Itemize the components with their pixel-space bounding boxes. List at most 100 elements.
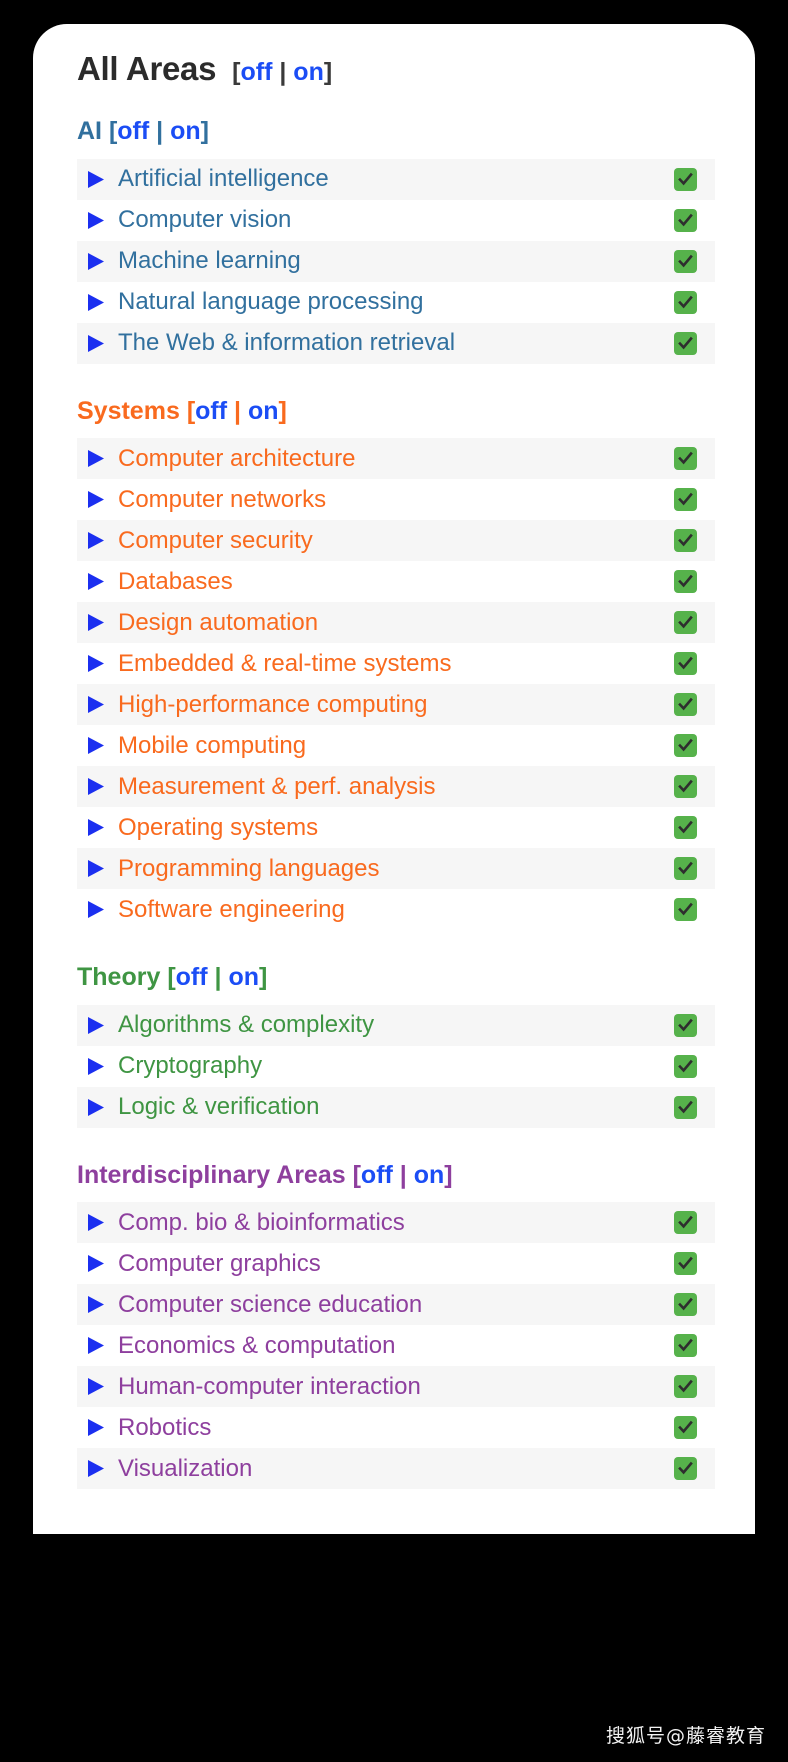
area-row[interactable]: Mobile computing: [77, 725, 715, 766]
area-checkbox[interactable]: [674, 529, 697, 552]
area-row[interactable]: Algorithms & complexity: [77, 1004, 715, 1046]
triangle-right-icon[interactable]: [85, 571, 107, 592]
triangle-right-icon[interactable]: [85, 530, 107, 551]
area-checkbox[interactable]: [674, 652, 697, 675]
area-row[interactable]: Visualization: [77, 1448, 715, 1489]
triangle-right-icon[interactable]: [85, 612, 107, 633]
on-link-ai[interactable]: on: [170, 117, 201, 145]
triangle-right-icon[interactable]: [85, 694, 107, 715]
area-row[interactable]: Design automation: [77, 602, 715, 643]
on-link-interdisciplinary[interactable]: on: [414, 1161, 445, 1189]
area-label[interactable]: Computer graphics: [118, 1252, 664, 1276]
area-row[interactable]: Computer networks: [77, 479, 715, 520]
area-label[interactable]: Computer architecture: [118, 447, 664, 471]
area-label[interactable]: Computer vision: [118, 208, 664, 232]
triangle-right-icon[interactable]: [85, 653, 107, 674]
area-checkbox[interactable]: [674, 290, 697, 314]
area-checkbox[interactable]: [674, 1211, 697, 1234]
triangle-right-icon[interactable]: [85, 489, 107, 510]
triangle-right-icon[interactable]: [85, 1097, 107, 1118]
off-link-interdisciplinary[interactable]: off: [361, 1161, 393, 1189]
area-row[interactable]: Computer security: [77, 520, 715, 561]
on-link-systems[interactable]: on: [248, 397, 279, 425]
triangle-right-icon[interactable]: [85, 1294, 107, 1315]
area-checkbox[interactable]: [674, 1095, 697, 1119]
area-row[interactable]: Natural language processing: [77, 282, 715, 323]
all-areas-on-link[interactable]: on: [293, 58, 324, 86]
area-checkbox[interactable]: [674, 1375, 697, 1398]
area-row[interactable]: Economics & computation: [77, 1325, 715, 1366]
area-checkbox[interactable]: [674, 208, 697, 232]
area-checkbox[interactable]: [674, 898, 697, 921]
area-label[interactable]: Comp. bio & bioinformatics: [118, 1211, 664, 1235]
area-row[interactable]: Comp. bio & bioinformatics: [77, 1202, 715, 1243]
area-checkbox[interactable]: [674, 1252, 697, 1275]
area-label[interactable]: High-performance computing: [118, 693, 664, 717]
area-row[interactable]: Logic & verification: [77, 1086, 715, 1128]
area-label[interactable]: Robotics: [118, 1416, 664, 1440]
area-row[interactable]: Computer science education: [77, 1284, 715, 1325]
area-row[interactable]: Computer vision: [77, 200, 715, 241]
off-link-systems[interactable]: off: [195, 397, 227, 425]
triangle-right-icon[interactable]: [85, 858, 107, 879]
area-row[interactable]: The Web & information retrieval: [77, 322, 715, 364]
area-row[interactable]: Measurement & perf. analysis: [77, 766, 715, 807]
off-link-theory[interactable]: off: [176, 963, 208, 991]
area-label[interactable]: Natural language processing: [118, 290, 664, 314]
triangle-right-icon[interactable]: [85, 776, 107, 797]
triangle-right-icon[interactable]: [85, 1458, 107, 1479]
triangle-right-icon[interactable]: [85, 735, 107, 756]
on-link-theory[interactable]: on: [228, 963, 259, 991]
area-checkbox[interactable]: [674, 1334, 697, 1357]
area-checkbox[interactable]: [674, 447, 697, 470]
area-row[interactable]: High-performance computing: [77, 684, 715, 725]
triangle-right-icon[interactable]: [85, 333, 107, 354]
area-row[interactable]: Software engineering: [77, 889, 715, 930]
triangle-right-icon[interactable]: [85, 292, 107, 313]
area-label[interactable]: Artificial intelligence: [118, 167, 664, 191]
triangle-right-icon[interactable]: [85, 817, 107, 838]
area-row[interactable]: Databases: [77, 561, 715, 602]
area-label[interactable]: Algorithms & complexity: [118, 1013, 664, 1037]
triangle-right-icon[interactable]: [85, 899, 107, 920]
area-label[interactable]: Human-computer interaction: [118, 1375, 664, 1399]
triangle-right-icon[interactable]: [85, 1056, 107, 1077]
area-checkbox[interactable]: [674, 331, 697, 355]
area-checkbox[interactable]: [674, 1457, 697, 1480]
area-checkbox[interactable]: [674, 249, 697, 273]
area-checkbox[interactable]: [674, 693, 697, 716]
area-label[interactable]: The Web & information retrieval: [118, 331, 664, 355]
area-label[interactable]: Design automation: [118, 611, 664, 635]
area-label[interactable]: Visualization: [118, 1457, 664, 1481]
area-checkbox[interactable]: [674, 857, 697, 880]
area-row[interactable]: Human-computer interaction: [77, 1366, 715, 1407]
triangle-right-icon[interactable]: [85, 169, 107, 190]
area-label[interactable]: Computer security: [118, 529, 664, 553]
triangle-right-icon[interactable]: [85, 210, 107, 231]
area-label[interactable]: Economics & computation: [118, 1334, 664, 1358]
area-label[interactable]: Operating systems: [118, 816, 664, 840]
area-checkbox[interactable]: [674, 1293, 697, 1316]
area-checkbox[interactable]: [674, 488, 697, 511]
area-row[interactable]: Programming languages: [77, 848, 715, 889]
area-row[interactable]: Robotics: [77, 1407, 715, 1448]
off-link-ai[interactable]: off: [117, 117, 149, 145]
triangle-right-icon[interactable]: [85, 1212, 107, 1233]
area-row[interactable]: Computer architecture: [77, 438, 715, 479]
area-label[interactable]: Machine learning: [118, 249, 664, 273]
area-label[interactable]: Software engineering: [118, 898, 664, 922]
area-checkbox[interactable]: [674, 1013, 697, 1037]
area-checkbox[interactable]: [674, 167, 697, 191]
area-checkbox[interactable]: [674, 611, 697, 634]
area-label[interactable]: Programming languages: [118, 857, 664, 881]
area-checkbox[interactable]: [674, 570, 697, 593]
triangle-right-icon[interactable]: [85, 1253, 107, 1274]
triangle-right-icon[interactable]: [85, 1417, 107, 1438]
area-label[interactable]: Logic & verification: [118, 1095, 664, 1119]
area-label[interactable]: Embedded & real-time systems: [118, 652, 664, 676]
area-label[interactable]: Cryptography: [118, 1054, 664, 1078]
triangle-right-icon[interactable]: [85, 1335, 107, 1356]
area-row[interactable]: Cryptography: [77, 1046, 715, 1087]
area-checkbox[interactable]: [674, 1054, 697, 1078]
triangle-right-icon[interactable]: [85, 1376, 107, 1397]
